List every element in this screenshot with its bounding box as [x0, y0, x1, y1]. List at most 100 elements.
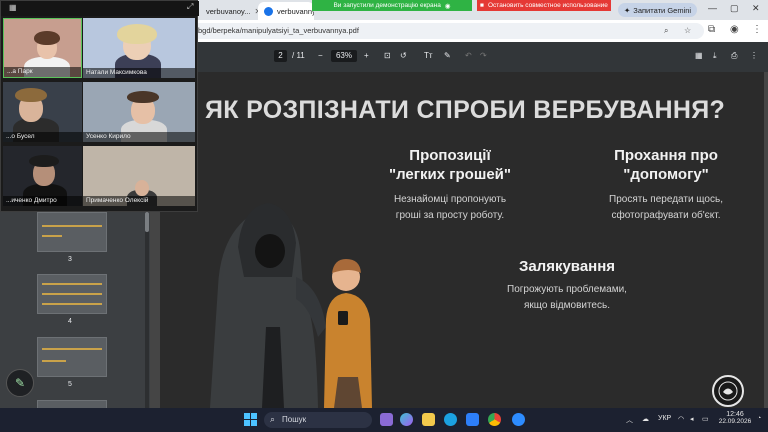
- participant-tile-3[interactable]: ...о Бусел: [3, 82, 82, 142]
- page-thumbnail-4[interactable]: [37, 274, 107, 314]
- thumbnail-view-icon[interactable]: ▦: [695, 51, 703, 60]
- zoom-app-icon[interactable]: [512, 413, 525, 426]
- globe-icon: [264, 6, 273, 16]
- search-placeholder: Пошук: [282, 415, 307, 424]
- participant-name: ...о Бусел: [3, 132, 82, 142]
- child-figure: [324, 259, 372, 408]
- text-line-2: якщо відмовитесь.: [524, 300, 610, 311]
- participant-tile-1[interactable]: ...а Парк: [3, 18, 82, 78]
- tab-2-label: verbuvannya_perehovani_proektu...: [277, 6, 314, 16]
- stop-icon: ■: [480, 2, 484, 9]
- edge-browser-icon[interactable]: [444, 413, 457, 426]
- keyboard-language[interactable]: УКР: [658, 415, 671, 422]
- search-icon: ⌕: [270, 414, 276, 424]
- thumbnail-number-5: 5: [68, 381, 72, 388]
- draw-icon[interactable]: ✎: [444, 51, 451, 60]
- rotate-icon[interactable]: ↺: [400, 51, 407, 60]
- chevron-up-icon[interactable]: ︿: [626, 415, 633, 425]
- clock-date: 22.09.2026: [718, 418, 752, 425]
- heading-line-1: Прохання про: [614, 147, 718, 164]
- menu-kebab-icon[interactable]: ⋮: [752, 24, 762, 35]
- block-heading-intimidation: Залякування: [492, 257, 642, 276]
- block-text-intimidation: Погрожують проблемами, якщо відмовитесь.: [492, 282, 642, 314]
- share-banner-text: Ви запустили демонстрацію екрана: [333, 2, 441, 9]
- widgets-icon[interactable]: [380, 413, 393, 426]
- text-line-1: Просять передати щось,: [609, 194, 723, 205]
- page-total: / 11: [292, 51, 305, 60]
- store-icon[interactable]: [466, 413, 479, 426]
- maximize-icon[interactable]: ▢: [730, 3, 739, 14]
- url-omnibox[interactable]: bgd/berpeka/manipulyatsiyi_ta_verbuvanny…: [192, 23, 704, 39]
- extensions-icon[interactable]: ⧉: [708, 24, 715, 35]
- download-icon[interactable]: ⤓: [713, 51, 717, 61]
- block-heading-easy-money: Пропозиції "легких грошей": [380, 146, 520, 184]
- stop-sharing-label: Остановить совместное использование: [487, 2, 608, 9]
- clock-time: 12:46: [726, 411, 744, 418]
- thumbnail-number-3: 3: [68, 256, 72, 263]
- participant-name: Примаченко Олексій: [83, 196, 195, 206]
- video-window-header[interactable]: ▦ ⤢: [1, 1, 199, 16]
- screen-sharing-banner: Ви запустили демонстрацію екрана ◉: [312, 0, 472, 11]
- page-number-input[interactable]: 2: [274, 50, 287, 62]
- expand-icon[interactable]: ⤢: [187, 2, 193, 12]
- ask-gemini-button[interactable]: ✦ Запитати Gemini: [618, 3, 698, 17]
- notification-bell-icon[interactable]: ◔: [757, 415, 761, 422]
- tab-1[interactable]: verbuvanoy... ✕: [200, 2, 258, 20]
- more-options-icon[interactable]: ⋮: [750, 51, 758, 60]
- cloud-icon[interactable]: ☁: [642, 415, 649, 423]
- file-explorer-icon[interactable]: [422, 413, 435, 426]
- taskbar-search-box[interactable]: ⌕ Пошук: [264, 412, 372, 428]
- fit-page-icon[interactable]: ⊡: [384, 51, 391, 60]
- minimize-icon[interactable]: —: [708, 3, 717, 13]
- copilot-icon[interactable]: [400, 413, 413, 426]
- participant-name: Натали Максимкова: [83, 68, 195, 78]
- video-call-window[interactable]: ▦ ⤢ ...а Парк Натали Максимкова ...о Бус…: [0, 0, 199, 212]
- tab-1-label: verbuvanoy...: [206, 6, 251, 16]
- slide-illustration: [210, 203, 372, 408]
- battery-icon[interactable]: ▭: [702, 415, 709, 423]
- stop-sharing-button[interactable]: ■ Остановить совместное использование: [477, 0, 611, 11]
- text-line-2: гроші за просту роботу.: [395, 210, 505, 221]
- undo-icon[interactable]: ↶: [465, 51, 472, 60]
- block-heading-help-request: Прохання про "допомогу": [596, 146, 736, 184]
- search-icon[interactable]: ⌕: [664, 26, 668, 36]
- grid-layout-icon[interactable]: ▦: [9, 3, 17, 12]
- sparkle-icon: ✦: [624, 5, 631, 15]
- shield-icon: ◉: [444, 2, 451, 10]
- tab-2[interactable]: verbuvannya_perehovani_proektu...: [258, 2, 314, 20]
- participant-name: ...а Парк: [4, 67, 81, 77]
- organization-logo-seal: [712, 375, 744, 407]
- profile-avatar-icon[interactable]: ◉: [730, 24, 739, 35]
- taskbar-clock[interactable]: 12:46 22.09.2026: [715, 411, 755, 425]
- hooded-figure: [210, 203, 326, 408]
- close-window-icon[interactable]: ✕: [752, 3, 760, 14]
- annotate-pencil-button[interactable]: ✎: [6, 369, 34, 397]
- zoom-out-icon[interactable]: −: [318, 51, 323, 60]
- page-thumbnail-3[interactable]: [37, 212, 107, 252]
- bookmark-star-icon[interactable]: ☆: [684, 26, 691, 35]
- block-text-easy-money: Незнайомці пропонують гроші за просту ро…: [380, 192, 520, 224]
- print-icon[interactable]: ⎙: [731, 51, 737, 61]
- participant-tile-6[interactable]: Примаченко Олексій: [83, 146, 195, 206]
- wifi-icon[interactable]: ◠: [678, 415, 684, 423]
- page-thumbnail-5[interactable]: [37, 337, 107, 377]
- participant-tile-5[interactable]: ...иченко Дмитро: [3, 146, 82, 206]
- participant-tile-4[interactable]: Усенко Кирило: [83, 82, 195, 142]
- zoom-input[interactable]: 63%: [331, 50, 357, 62]
- redo-icon[interactable]: ↷: [480, 51, 487, 60]
- volume-icon[interactable]: ◂: [690, 415, 694, 423]
- text-annotation-icon[interactable]: Tт: [424, 51, 433, 60]
- page-thumbnail-6[interactable]: [37, 400, 107, 408]
- windows-start-icon[interactable]: [244, 413, 257, 426]
- windows-taskbar: ⌕ Пошук ︿ ☁ УКР ◠ ◂ ▭ 12:46 22.09.2026 ◔: [0, 408, 768, 432]
- slide-page: ЯК РОЗПІЗНАТИ СПРОБИ ВЕРБУВАННЯ? Пропози…: [160, 72, 764, 408]
- heading-line-2: "допомогу": [623, 166, 709, 183]
- text-line-1: Незнайомці пропонують: [393, 194, 507, 205]
- thumbnail-number-4: 4: [68, 318, 72, 325]
- text-line-1: Погрожують проблемами,: [507, 284, 627, 295]
- zoom-in-icon[interactable]: +: [364, 51, 369, 60]
- sidebar-scroll-thumb[interactable]: [145, 212, 149, 232]
- heading-line-1: Залякування: [518, 258, 616, 275]
- chrome-icon[interactable]: [488, 413, 501, 426]
- participant-tile-2[interactable]: Натали Максимкова: [83, 18, 195, 78]
